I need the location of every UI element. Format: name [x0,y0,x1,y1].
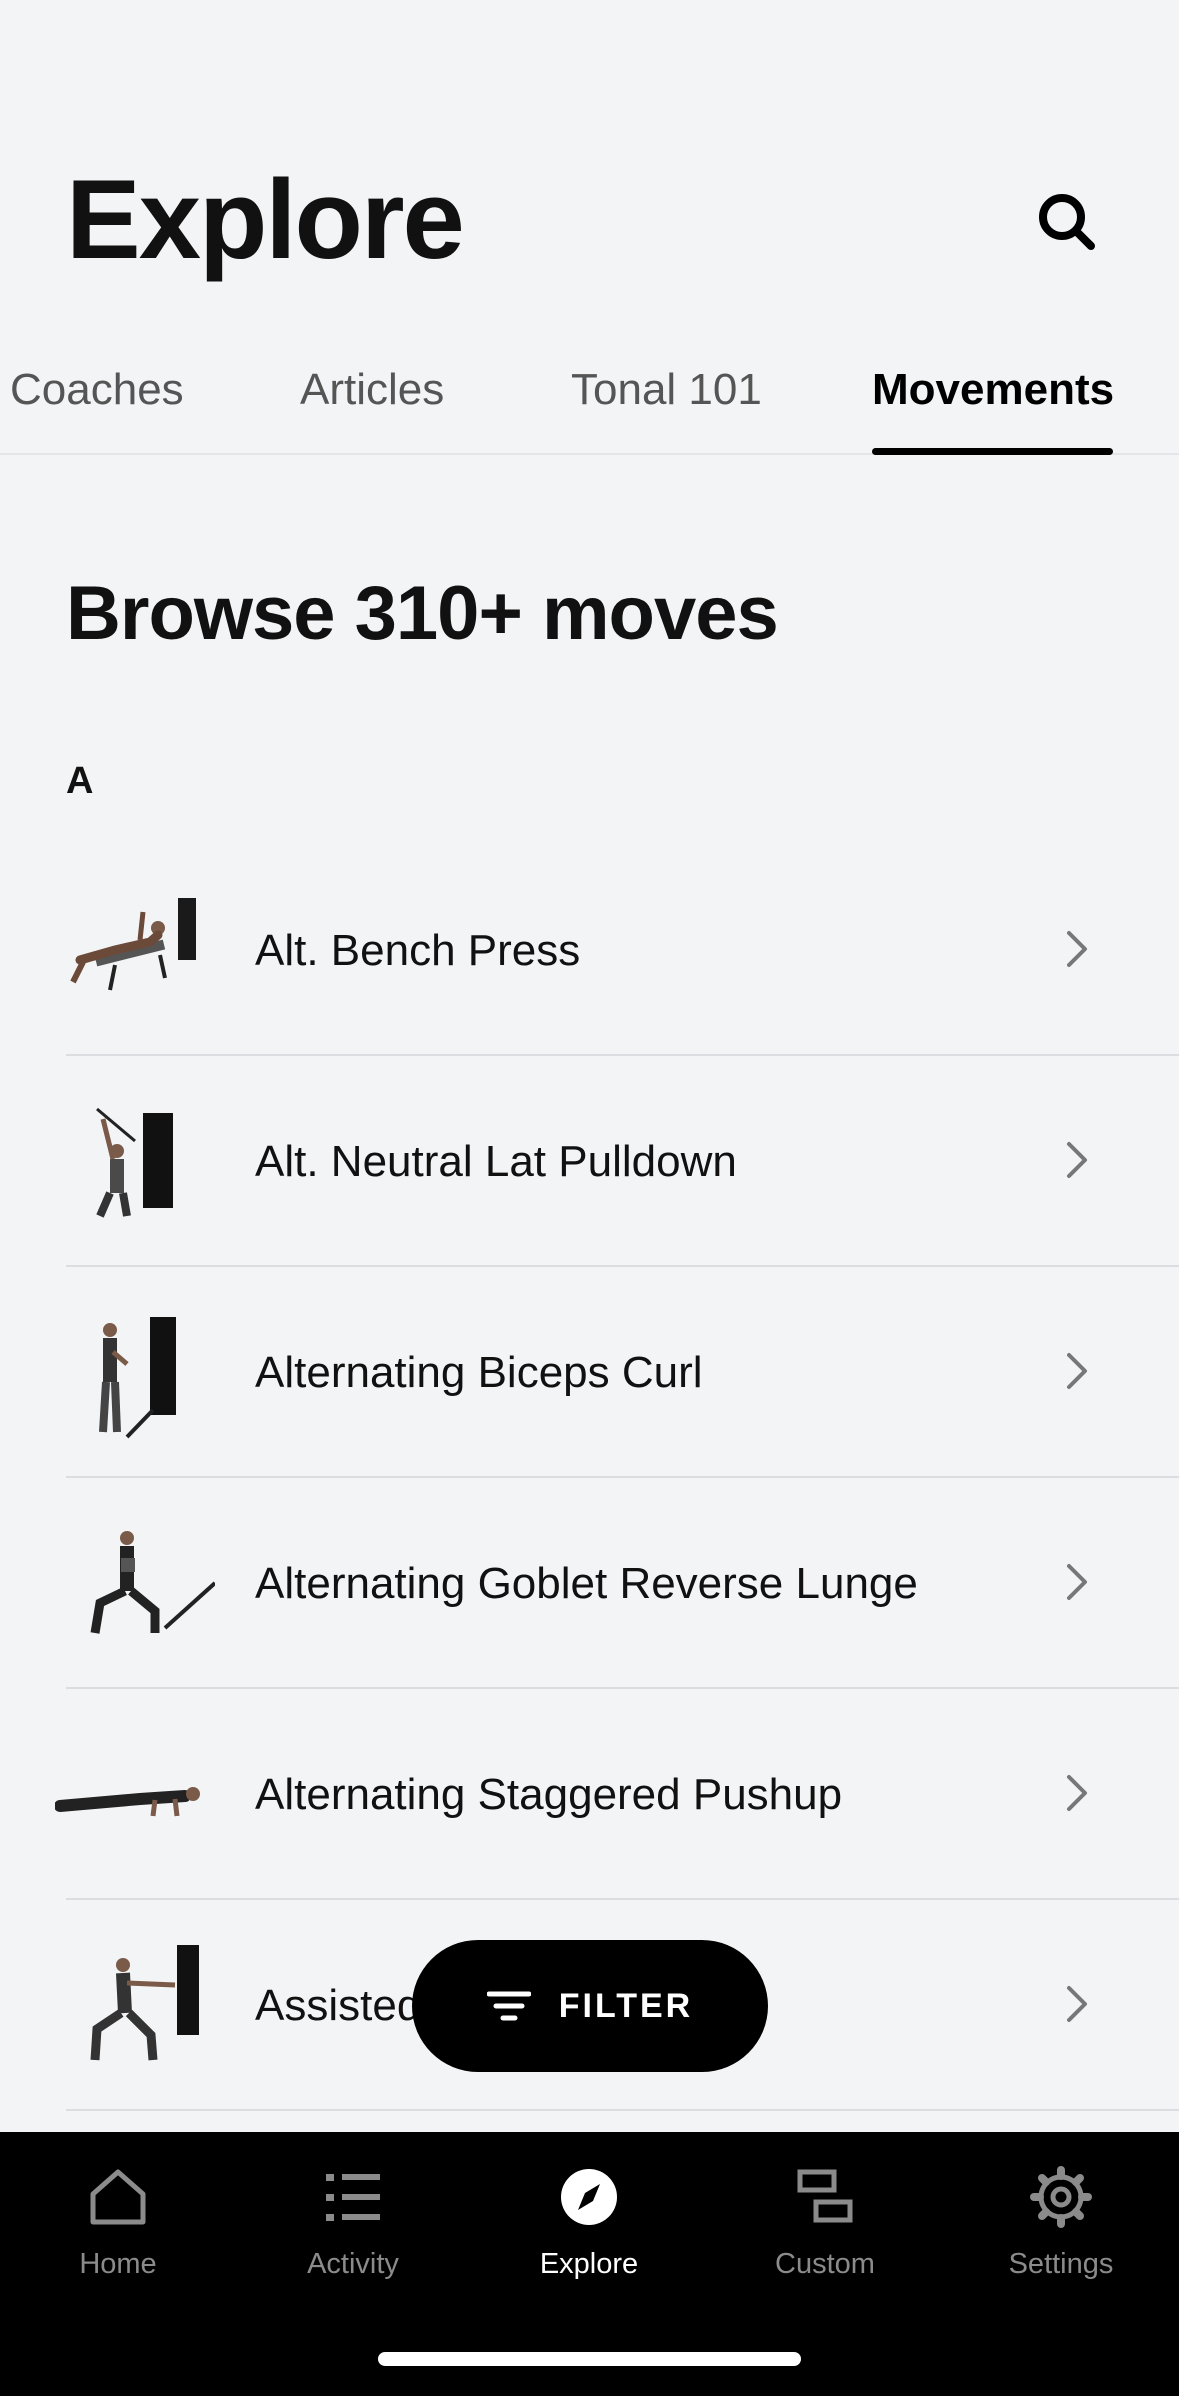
chevron-right-icon [1067,1142,1087,1178]
movement-row[interactable]: Alt. Neutral Lat Pulldown [0,1056,1179,1267]
movement-name: Alt. Bench Press [255,926,581,975]
page-title: Explore [66,157,465,282]
movement-thumbnail [90,1531,215,1634]
search-icon[interactable] [1031,186,1101,256]
chevron-right-icon [1067,1564,1087,1600]
tab-coaches[interactable]: Coaches [10,365,184,415]
movement-name: Alt. Neutral Lat Pulldown [255,1137,737,1186]
home-indicator [378,2352,801,2366]
movement-name: Alternating Biceps Curl [255,1348,703,1397]
chevron-right-icon [1067,931,1087,967]
header: Explore [66,150,1119,290]
movement-name: Alternating Staggered Pushup [255,1770,843,1819]
section-title: Browse 310+ moves [66,571,779,656]
category-tabs: Coaches Articles Tonal 101 Movements [0,355,1179,455]
list-icon [326,2174,380,2221]
tab-tonal-101[interactable]: Tonal 101 [571,365,762,415]
chevron-right-icon [1067,1986,1087,2022]
explore-screen: Explore Coaches Articles Tonal 101 Movem… [0,0,1179,2396]
gear-icon [1030,2166,1092,2228]
filter-button[interactable]: FILTER [412,1940,768,2072]
movement-thumbnail [96,1107,173,1218]
tabbar-explore[interactable]: Explore [489,2162,689,2281]
bottom-tab-bar: Home Activity Explore Custom Settings [0,2132,1179,2396]
movement-thumbnail [90,1945,199,2061]
tabbar-label: Activity [307,2248,399,2280]
alphabet-header: A [66,760,94,802]
active-tab-indicator [872,448,1113,455]
tabbar-label: Settings [1008,2248,1114,2280]
movement-thumbnail [70,898,196,991]
movement-row[interactable]: Alternating Goblet Reverse Lunge [0,1478,1179,1689]
tabbar-label: Home [79,2248,157,2280]
tabbar-activity[interactable]: Activity [253,2162,453,2281]
filter-label: FILTER [558,1986,694,2025]
tabbar-label: Explore [539,2248,639,2280]
movement-row[interactable]: Alt. Bench Press [0,845,1179,1056]
tabbar-label: Custom [775,2248,875,2280]
movement-thumbnail [55,1787,200,1817]
tab-articles[interactable]: Articles [300,365,444,415]
tab-movements[interactable]: Movements [872,365,1114,415]
compass-icon [561,2169,617,2225]
movement-list: Alt. Bench Press Alt. Neutral Lat Pulldo… [0,845,1179,2111]
movement-name: Assisted [255,1981,422,2030]
tabbar-custom[interactable]: Custom [725,2162,925,2281]
filter-icon [486,1991,531,2021]
movement-row[interactable]: Alternating Staggered Pushup [0,1689,1179,1900]
home-icon [90,2169,146,2225]
movement-thumbnail [99,1317,176,1439]
movement-name: Alternating Goblet Reverse Lunge [255,1559,918,1608]
tabbar-home[interactable]: Home [18,2162,218,2281]
chevron-right-icon [1067,1775,1087,1811]
tabbar-settings[interactable]: Settings [961,2162,1161,2281]
custom-icon [797,2169,853,2223]
movement-row[interactable]: Alternating Biceps Curl [0,1267,1179,1478]
chevron-right-icon [1067,1353,1087,1389]
